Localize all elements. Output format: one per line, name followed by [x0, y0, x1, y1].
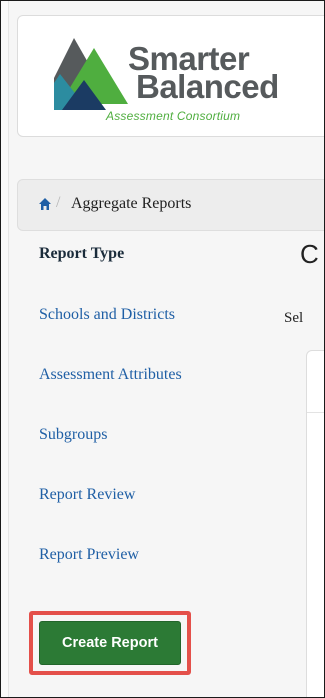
home-icon[interactable]: [38, 197, 52, 211]
breadcrumb-separator: /: [56, 194, 61, 211]
logo-name-line2: Balanced: [136, 68, 279, 105]
smarter-balanced-logo[interactable]: Smarter Balanced Assessment Consortium: [54, 36, 314, 136]
create-report-button[interactable]: Create Report: [39, 621, 181, 665]
header: Smarter Balanced Assessment Consortium: [17, 15, 324, 137]
window-edge: [1, 1, 9, 697]
logo-tagline: Assessment Consortium: [106, 109, 241, 123]
app-window: Smarter Balanced Assessment Consortium /…: [0, 0, 325, 698]
sidebar-item-report-preview[interactable]: Report Preview: [39, 546, 139, 564]
panel-divider: [307, 412, 324, 413]
breadcrumb: / Aggregate Reports: [17, 179, 324, 231]
sidebar-item-schools-and-districts[interactable]: Schools and Districts: [39, 306, 175, 324]
sidebar-item-assessment-attributes[interactable]: Assessment Attributes: [39, 366, 182, 384]
content-panel: [306, 350, 324, 697]
sidebar-item-report-review[interactable]: Report Review: [39, 486, 135, 504]
page-title: C: [300, 239, 319, 269]
sidebar-title: Report Type: [39, 245, 125, 262]
breadcrumb-current: Aggregate Reports: [71, 195, 192, 212]
sidebar-item-subgroups[interactable]: Subgroups: [39, 426, 107, 444]
page-instructions: Sel: [284, 310, 304, 326]
logo-mark-icon: [54, 38, 128, 110]
